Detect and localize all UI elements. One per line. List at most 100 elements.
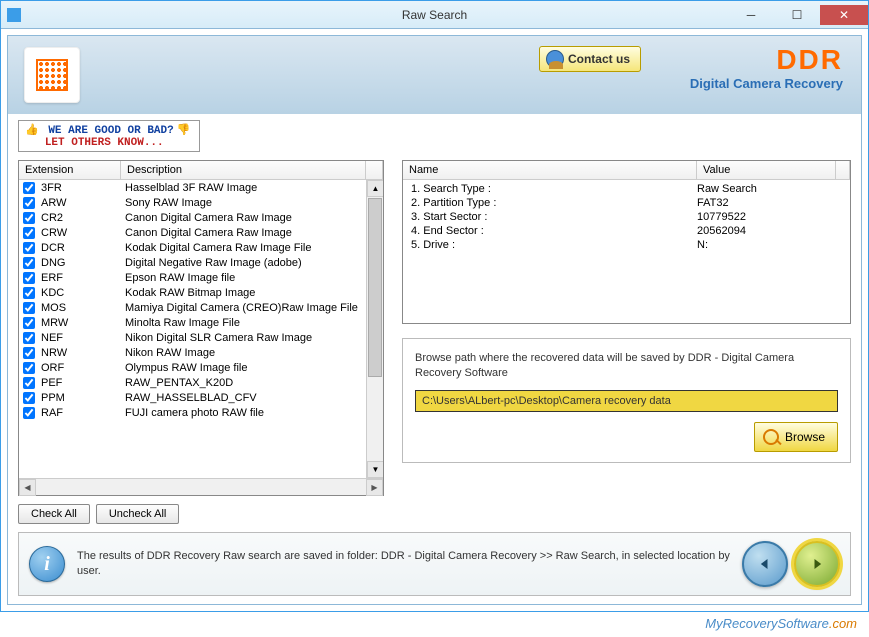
info-name: 3. Start Sector : — [411, 211, 697, 223]
watermark: MyRecoverySoftware.com — [0, 612, 869, 637]
check-all-button[interactable]: Check All — [18, 504, 90, 524]
list-item[interactable]: KDCKodak RAW Bitmap Image — [19, 285, 366, 300]
scrollbar-horizontal[interactable]: ◀▶ — [19, 478, 383, 495]
extension-description: FUJI camera photo RAW file — [125, 407, 362, 419]
info-name: 4. End Sector : — [411, 225, 697, 237]
extension-name: PPM — [39, 392, 125, 404]
extension-checkbox[interactable] — [23, 212, 35, 224]
footer-bar: i The results of DDR Recovery Raw search… — [18, 532, 851, 596]
contact-label: Contact us — [568, 52, 630, 66]
extension-description: Minolta Raw Image File — [125, 317, 362, 329]
extension-checkbox[interactable] — [23, 287, 35, 299]
col-header-extension[interactable]: Extension — [19, 161, 121, 179]
list-item[interactable]: CRWCanon Digital Camera Raw Image — [19, 225, 366, 240]
col-header-description[interactable]: Description — [121, 161, 366, 179]
extension-checkbox[interactable] — [23, 257, 35, 269]
app-logo — [24, 47, 80, 103]
info-value: N: — [697, 239, 708, 251]
extension-name: KDC — [39, 287, 125, 299]
col-header-name[interactable]: Name — [403, 161, 697, 179]
app-icon — [7, 8, 21, 22]
extension-name: CR2 — [39, 212, 125, 224]
feedback-banner[interactable]: 👍 WE ARE GOOD OR BAD?👎 LET OTHERS KNOW..… — [18, 120, 200, 152]
extension-name: PEF — [39, 377, 125, 389]
list-item[interactable]: NEFNikon Digital SLR Camera Raw Image — [19, 330, 366, 345]
extension-description: Canon Digital Camera Raw Image — [125, 212, 362, 224]
extension-checkbox[interactable] — [23, 377, 35, 389]
info-name: 1. Search Type : — [411, 183, 697, 195]
info-value: Raw Search — [697, 183, 757, 195]
extension-name: MRW — [39, 317, 125, 329]
extension-name: ORF — [39, 362, 125, 374]
maximize-button[interactable]: ☐ — [774, 5, 820, 25]
info-row: 3. Start Sector :10779522 — [403, 210, 850, 224]
extension-description: Kodak Digital Camera Raw Image File — [125, 242, 362, 254]
forward-button[interactable] — [794, 541, 840, 587]
app-header: Contact us DDR Digital Camera Recovery — [8, 36, 861, 114]
list-item[interactable]: ERFEpson RAW Image file — [19, 270, 366, 285]
extension-checkbox[interactable] — [23, 242, 35, 254]
list-item[interactable]: RAFFUJI camera photo RAW file — [19, 405, 366, 420]
extension-description: Nikon RAW Image — [125, 347, 362, 359]
minimize-button[interactable]: ─ — [728, 5, 774, 25]
uncheck-all-button[interactable]: Uncheck All — [96, 504, 179, 524]
list-item[interactable]: PEFRAW_PENTAX_K20D — [19, 375, 366, 390]
extension-checkbox[interactable] — [23, 347, 35, 359]
info-icon: i — [29, 546, 65, 582]
extension-checkbox[interactable] — [23, 362, 35, 374]
info-name: 2. Partition Type : — [411, 197, 697, 209]
extension-checkbox[interactable] — [23, 272, 35, 284]
recovery-path-input[interactable] — [415, 390, 838, 412]
extension-description: Kodak RAW Bitmap Image — [125, 287, 362, 299]
extension-description: Hasselblad 3F RAW Image — [125, 182, 362, 194]
list-item[interactable]: CR2Canon Digital Camera Raw Image — [19, 210, 366, 225]
browse-button[interactable]: Browse — [754, 422, 838, 452]
info-row: 5. Drive :N: — [403, 238, 850, 252]
list-item[interactable]: DNGDigital Negative Raw Image (adobe) — [19, 255, 366, 270]
extension-checkbox[interactable] — [23, 392, 35, 404]
thumbs-up-icon: 👍 — [25, 125, 39, 137]
extension-name: NEF — [39, 332, 125, 344]
info-value: FAT32 — [697, 197, 729, 209]
extension-name: ERF — [39, 272, 125, 284]
list-item[interactable]: ARWSony RAW Image — [19, 195, 366, 210]
list-item[interactable]: ORFOlympus RAW Image file — [19, 360, 366, 375]
list-item[interactable]: PPMRAW_HASSELBLAD_CFV — [19, 390, 366, 405]
extension-checkbox[interactable] — [23, 197, 35, 209]
extension-name: 3FR — [39, 182, 125, 194]
col-header-value[interactable]: Value — [697, 161, 836, 179]
back-button[interactable] — [742, 541, 788, 587]
extension-description: Olympus RAW Image file — [125, 362, 362, 374]
footer-text: The results of DDR Recovery Raw search a… — [77, 549, 730, 580]
extension-checkbox[interactable] — [23, 182, 35, 194]
extension-description: Nikon Digital SLR Camera Raw Image — [125, 332, 362, 344]
magnifier-icon — [763, 429, 779, 445]
list-item[interactable]: MOSMamiya Digital Camera (CREO)Raw Image… — [19, 300, 366, 315]
person-icon — [546, 50, 564, 68]
info-value: 20562094 — [697, 225, 746, 237]
list-item[interactable]: DCRKodak Digital Camera Raw Image File — [19, 240, 366, 255]
contact-us-button[interactable]: Contact us — [539, 46, 641, 72]
close-button[interactable]: ✕ — [820, 5, 868, 25]
list-item[interactable]: 3FRHasselblad 3F RAW Image — [19, 180, 366, 195]
extension-checkbox[interactable] — [23, 332, 35, 344]
titlebar: Raw Search ─ ☐ ✕ — [1, 1, 868, 29]
extension-name: DCR — [39, 242, 125, 254]
extension-name: ARW — [39, 197, 125, 209]
extension-name: MOS — [39, 302, 125, 314]
extension-checkbox[interactable] — [23, 227, 35, 239]
browse-label: Browse path where the recovered data wil… — [415, 351, 838, 382]
extension-description: Digital Negative Raw Image (adobe) — [125, 257, 362, 269]
list-item[interactable]: NRWNikon RAW Image — [19, 345, 366, 360]
list-item[interactable]: MRWMinolta Raw Image File — [19, 315, 366, 330]
extension-description: RAW_PENTAX_K20D — [125, 377, 362, 389]
info-row: 1. Search Type :Raw Search — [403, 182, 850, 196]
extension-description: Epson RAW Image file — [125, 272, 362, 284]
extension-description: RAW_HASSELBLAD_CFV — [125, 392, 362, 404]
info-row: 4. End Sector :20562094 — [403, 224, 850, 238]
scrollbar-vertical[interactable]: ▲ ▼ — [366, 180, 383, 478]
extension-checkbox[interactable] — [23, 302, 35, 314]
extension-name: NRW — [39, 347, 125, 359]
extension-checkbox[interactable] — [23, 407, 35, 419]
extension-checkbox[interactable] — [23, 317, 35, 329]
